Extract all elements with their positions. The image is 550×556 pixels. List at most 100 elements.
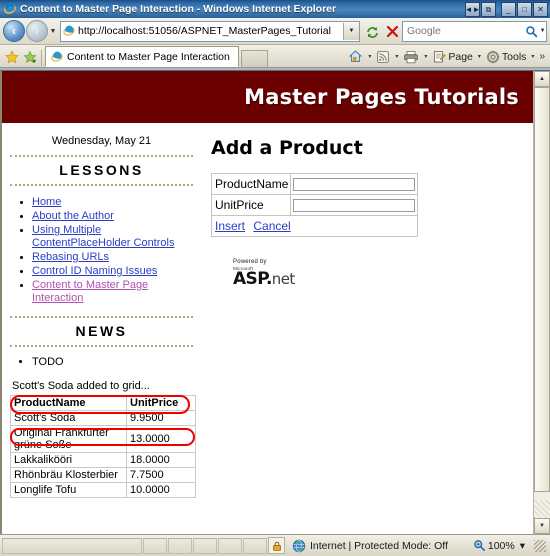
site-title: Master Pages Tutorials bbox=[244, 85, 519, 109]
cell-productname: Scott's Soda bbox=[10, 410, 127, 426]
new-tab-button[interactable] bbox=[240, 50, 268, 67]
status-cell-4 bbox=[218, 537, 242, 554]
news-heading: NEWS bbox=[75, 323, 128, 339]
history-dropdown-icon[interactable]: ▼ bbox=[48, 28, 58, 35]
zoom-control[interactable]: 100% ▾ bbox=[473, 539, 548, 552]
scrollbar-track[interactable] bbox=[534, 87, 550, 518]
products-grid: ProductName UnitPrice Scott's Soda 9.950… bbox=[10, 395, 196, 498]
web-page-content: Master Pages Tutorials Wednesday, May 21… bbox=[0, 71, 533, 534]
resize-grip[interactable] bbox=[534, 539, 546, 552]
tools-dropdown-icon[interactable]: ▾ bbox=[531, 53, 534, 60]
title-bar: Content to Master Page Interaction - Win… bbox=[0, 0, 550, 18]
page-title: Add a Product bbox=[211, 137, 363, 159]
status-cell-2 bbox=[168, 537, 192, 554]
tools-menu-button[interactable]: Tools bbox=[484, 47, 529, 66]
lessons-heading: LESSONS bbox=[59, 162, 144, 178]
print-button[interactable] bbox=[401, 47, 421, 66]
cell-unitprice: 9.9500 bbox=[126, 410, 196, 426]
cell-unitprice: 7.7500 bbox=[126, 467, 196, 483]
favorites-center-icon[interactable] bbox=[3, 47, 21, 67]
site-body: Wednesday, May 21 LESSONS Home About the… bbox=[2, 123, 533, 506]
logo-net-text: net bbox=[271, 270, 295, 288]
sidebar-link-content-to-master-page-interaction[interactable]: Content to Master Page Interaction bbox=[32, 279, 148, 304]
table-header-row: ProductName UnitPrice bbox=[10, 395, 196, 411]
search-dropdown-icon[interactable]: ▼ bbox=[539, 28, 546, 34]
field-cell-unitprice bbox=[290, 194, 419, 216]
minimize-button[interactable]: _ bbox=[501, 2, 516, 17]
insert-product-form: ProductName UnitPrice Insert Cancel bbox=[210, 173, 419, 237]
more-commands-chevron-icon[interactable]: » bbox=[537, 51, 547, 62]
page-viewport: Master Pages Tutorials Wednesday, May 21… bbox=[0, 70, 550, 534]
scroll-down-button[interactable]: ▼ bbox=[534, 518, 550, 534]
vertical-scrollbar[interactable]: ▲ ▼ bbox=[533, 71, 550, 534]
feeds-dropdown-icon[interactable]: ▾ bbox=[395, 53, 398, 60]
table-row: Lakkalikööri 18.0000 bbox=[10, 452, 196, 468]
refresh-button[interactable] bbox=[362, 21, 382, 41]
zoom-level-label: 100% bbox=[487, 539, 515, 552]
form-row-unitprice: UnitPrice bbox=[210, 194, 419, 216]
table-row: Rhönbräu Klosterbier 7.7500 bbox=[10, 467, 196, 483]
form-row-productname: ProductName bbox=[210, 173, 419, 195]
feeds-button[interactable] bbox=[374, 47, 392, 66]
security-zone[interactable]: Internet | Protected Mode: Off bbox=[292, 539, 473, 553]
status-cell-1 bbox=[143, 537, 167, 554]
stop-button[interactable] bbox=[382, 21, 402, 41]
productname-input[interactable] bbox=[293, 178, 416, 192]
news-list: TODO bbox=[10, 347, 193, 379]
tab-label: Content to Master Page Interaction bbox=[67, 50, 230, 63]
field-cell-productname bbox=[290, 173, 419, 195]
search-icon[interactable] bbox=[524, 25, 540, 38]
phishing-filter-icon[interactable] bbox=[268, 537, 285, 554]
unitprice-input[interactable] bbox=[293, 199, 416, 213]
status-bar: Internet | Protected Mode: Off 100% ▾ bbox=[0, 534, 550, 556]
scroll-up-button[interactable]: ▲ bbox=[534, 71, 550, 87]
page-favicon-icon bbox=[63, 25, 75, 37]
restore-small-button[interactable]: ◄► bbox=[465, 2, 480, 17]
home-button[interactable] bbox=[346, 47, 365, 66]
insert-link[interactable]: Insert bbox=[215, 219, 245, 233]
sidebar-link-about-the-author[interactable]: About the Author bbox=[32, 210, 114, 222]
browser-tab[interactable]: Content to Master Page Interaction bbox=[45, 46, 239, 67]
form-commands: Insert Cancel bbox=[210, 215, 419, 237]
sidebar-link-control-id-naming-issues[interactable]: Control ID Naming Issues bbox=[32, 265, 157, 277]
restore-button[interactable]: ⧉ bbox=[481, 2, 496, 17]
search-input[interactable] bbox=[403, 25, 524, 37]
scrollbar-thumb[interactable] bbox=[534, 87, 550, 492]
search-box[interactable]: ▼ bbox=[402, 20, 547, 42]
cell-productname: Original Frankfurter grüne Soße bbox=[10, 425, 127, 453]
status-cell-main bbox=[2, 537, 142, 554]
cell-unitprice: 13.0000 bbox=[126, 425, 196, 453]
sidebar-link-using-multiple-contentplaceholder-controls[interactable]: Using Multiple ContentPlaceHolder Contro… bbox=[32, 224, 174, 249]
home-dropdown-icon[interactable]: ▾ bbox=[368, 53, 371, 60]
back-button[interactable]: ‹ bbox=[3, 20, 25, 42]
cell-unitprice: 18.0000 bbox=[126, 452, 196, 468]
navigation-toolbar: ‹ › ▼ http://localhost:51056/ASPNET_Mast… bbox=[0, 18, 550, 45]
page-dropdown-icon[interactable]: ▾ bbox=[478, 53, 481, 60]
zoom-dropdown-icon[interactable]: ▾ bbox=[520, 540, 525, 552]
add-to-favorites-icon[interactable] bbox=[21, 47, 39, 67]
address-bar[interactable]: http://localhost:51056/ASPNET_MasterPage… bbox=[60, 20, 360, 42]
close-button[interactable]: ✕ bbox=[533, 2, 548, 17]
list-item: Rebasing URLs bbox=[32, 251, 193, 264]
maximize-button[interactable]: □ bbox=[517, 2, 532, 17]
cell-productname: Lakkalikööri bbox=[10, 452, 127, 468]
sidebar-link-home[interactable]: Home bbox=[32, 196, 61, 208]
print-dropdown-icon[interactable]: ▾ bbox=[424, 53, 427, 60]
list-item: Content to Master Page Interaction bbox=[32, 279, 193, 305]
cancel-link[interactable]: Cancel bbox=[253, 219, 290, 233]
column-header-productname: ProductName bbox=[10, 395, 127, 411]
status-cell-3 bbox=[193, 537, 217, 554]
lessons-list: Home About the Author Using Multiple Con… bbox=[10, 186, 193, 316]
form-row-commands: Insert Cancel bbox=[210, 215, 419, 237]
sidebar-link-rebasing-urls[interactable]: Rebasing URLs bbox=[32, 251, 109, 263]
command-bar: ▾ ▾ ▾ Page ▾ Tools ▾ » bbox=[346, 47, 547, 67]
sidebar: Wednesday, May 21 LESSONS Home About the… bbox=[2, 123, 199, 506]
tab-favicon-icon bbox=[51, 51, 63, 63]
security-zone-label: Internet | Protected Mode: Off bbox=[310, 539, 448, 552]
site-banner: Master Pages Tutorials bbox=[2, 71, 533, 123]
page-menu-button[interactable]: Page bbox=[430, 47, 475, 66]
forward-button[interactable]: › bbox=[26, 20, 48, 42]
zoom-magnifier-icon bbox=[473, 539, 486, 552]
address-input[interactable]: http://localhost:51056/ASPNET_MasterPage… bbox=[78, 25, 343, 37]
address-dropdown-icon[interactable]: ▼ bbox=[343, 22, 359, 40]
